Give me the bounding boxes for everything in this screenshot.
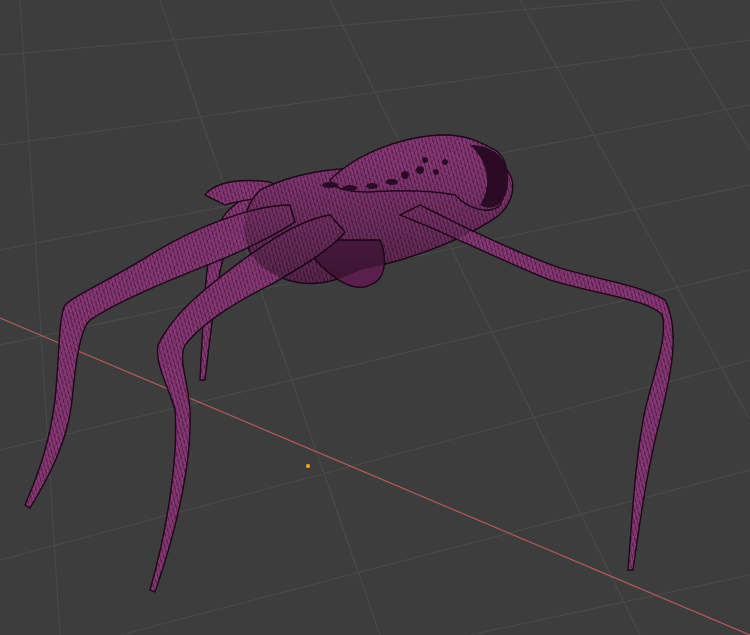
creature-mesh[interactable] <box>24 134 674 593</box>
leg-right[interactable] <box>398 204 674 571</box>
3d-viewport[interactable] <box>0 0 750 635</box>
object-origin-dot[interactable] <box>306 464 310 468</box>
body-shade <box>243 164 513 284</box>
viewport-canvas[interactable] <box>0 0 750 635</box>
